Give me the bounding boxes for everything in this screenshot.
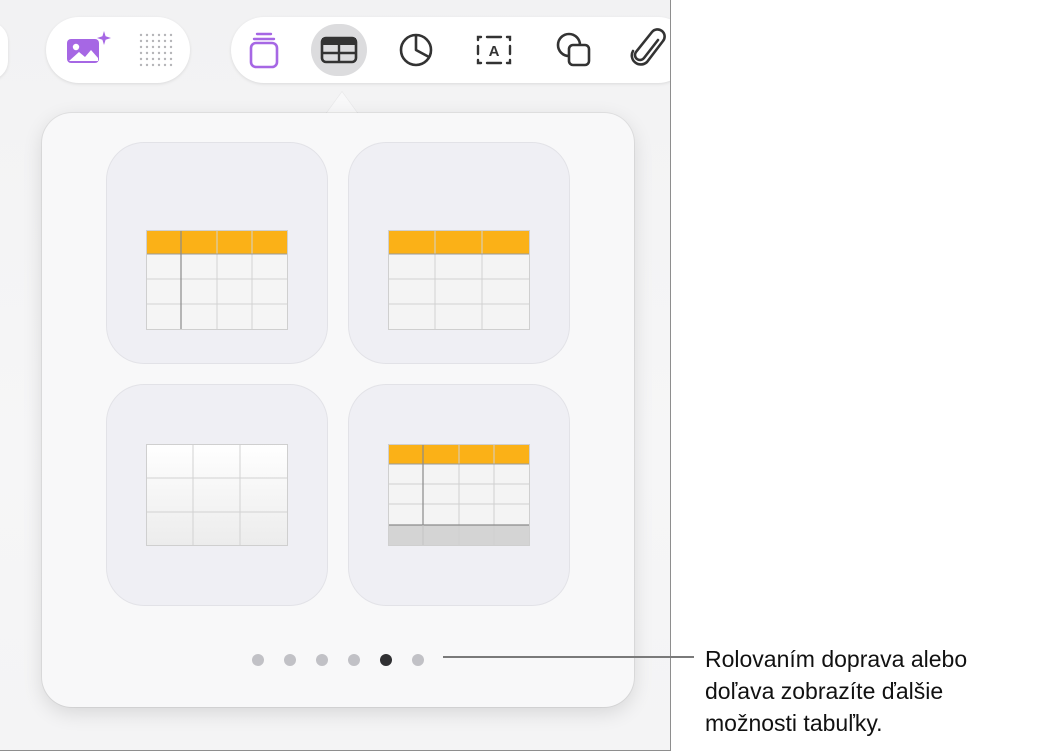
callout-text: Rolovaním doprava alebo doľava zobrazíte…: [705, 643, 1041, 739]
attachment-icon: [630, 28, 666, 66]
shapes-button[interactable]: [546, 24, 602, 76]
shapes-icon: [556, 32, 591, 67]
table-preview-plain: [146, 444, 288, 546]
dot-grid-icon: [139, 33, 173, 67]
table-style-plain[interactable]: [106, 384, 328, 606]
toolbar-insert-group: [231, 17, 670, 83]
chart-icon: [399, 33, 433, 67]
chart-button[interactable]: [388, 24, 444, 76]
text-box-button[interactable]: A: [466, 24, 522, 76]
text-format-icon: [249, 32, 279, 69]
table-icon: [320, 36, 358, 64]
page-dot-3[interactable]: [316, 654, 328, 666]
table-button[interactable]: [311, 24, 367, 76]
page-dot-6[interactable]: [412, 654, 424, 666]
dot-grid-button[interactable]: [128, 24, 184, 76]
text-box-glyph: A: [489, 43, 500, 60]
media-sparkle-icon: [67, 31, 111, 63]
page-dot-4[interactable]: [348, 654, 360, 666]
page-indicator[interactable]: [42, 651, 634, 667]
table-style-header-row-and-column[interactable]: [106, 142, 328, 364]
table-preview-header-row: [388, 230, 530, 330]
callout-line-1: Rolovaním doprava alebo: [705, 646, 968, 672]
table-preview-header-and-footer: [388, 444, 530, 546]
table-style-header-and-footer[interactable]: [348, 384, 570, 606]
page-dot-2[interactable]: [284, 654, 296, 666]
callout-line-2: doľava zobrazíte ďalšie: [705, 678, 944, 704]
app-screen: A: [0, 0, 671, 751]
toolbar-left-edge-group: [0, 22, 8, 80]
attachment-button[interactable]: [622, 24, 670, 76]
page-dot-1[interactable]: [252, 654, 264, 666]
table-style-header-row[interactable]: [348, 142, 570, 364]
callout-line-3: možnosti tabuľky.: [705, 710, 883, 736]
text-format-button[interactable]: [236, 24, 292, 76]
text-box-icon: A: [476, 35, 512, 65]
media-button[interactable]: [58, 24, 114, 76]
table-preview-header-row-and-column: [146, 230, 288, 330]
page-dot-5[interactable]: [380, 654, 392, 666]
callout-leader-line: [443, 656, 694, 658]
popover-arrow: [326, 92, 358, 114]
table-style-popover: [42, 113, 634, 707]
